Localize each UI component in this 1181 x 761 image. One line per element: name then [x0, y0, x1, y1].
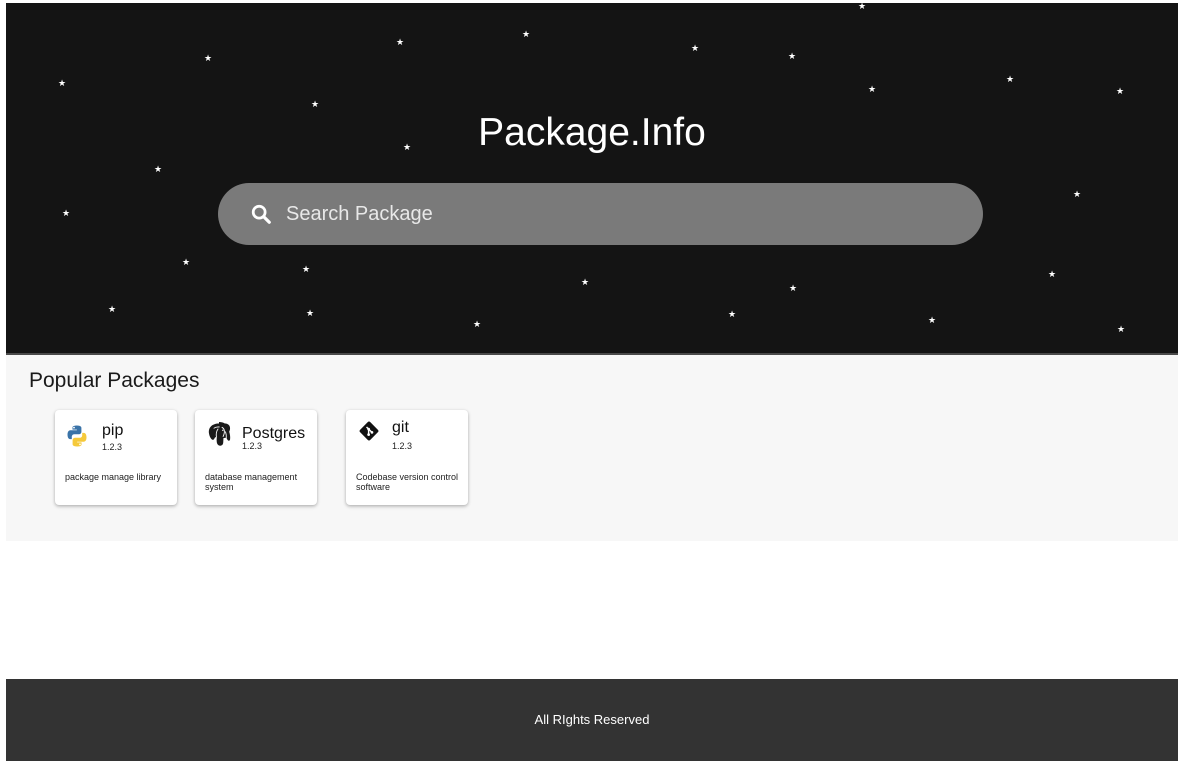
star-decoration: ★: [928, 316, 937, 326]
footer: All RIghts Reserved: [6, 679, 1178, 761]
hero-banner: ★ ★ ★ ★ ★ ★ ★ ★ ★ ★ ★ ★ ★ ★ ★ ★ ★ ★ ★ ★ ★ ★ ★ ★ ★ ★ Package.Info: [6, 3, 1178, 355]
package-name: git: [392, 419, 409, 436]
star-decoration: ★: [728, 310, 737, 320]
star-decoration: ★: [1117, 325, 1126, 335]
search-input[interactable]: [286, 193, 946, 235]
git-icon: [359, 421, 379, 441]
star-decoration: ★: [1116, 87, 1125, 97]
site-title: Package.Info: [478, 111, 706, 154]
star-decoration: ★: [1006, 75, 1015, 85]
star-decoration: ★: [311, 100, 320, 110]
star-decoration: ★: [62, 209, 71, 219]
star-decoration: ★: [58, 79, 67, 89]
popular-packages-section: Popular Packages pip 1.2.3 package manag…: [6, 355, 1178, 541]
package-version: 1.2.3: [242, 441, 263, 451]
star-decoration: ★: [788, 52, 797, 62]
package-description: package manage library: [65, 472, 162, 482]
star-decoration: ★: [1048, 270, 1057, 280]
star-decoration: ★: [868, 85, 877, 95]
page-border-top: [0, 0, 1181, 3]
package-description: Codebase version control software: [356, 472, 459, 492]
star-decoration: ★: [522, 30, 531, 40]
star-decoration: ★: [306, 309, 315, 319]
star-decoration: ★: [473, 320, 482, 330]
search-icon[interactable]: [250, 203, 272, 225]
postgres-elephant-icon: [208, 422, 231, 446]
star-decoration: ★: [789, 284, 798, 294]
star-decoration: ★: [108, 305, 117, 315]
star-decoration: ★: [396, 38, 405, 48]
star-decoration: ★: [1073, 190, 1082, 200]
page: ★ ★ ★ ★ ★ ★ ★ ★ ★ ★ ★ ★ ★ ★ ★ ★ ★ ★ ★ ★ ★ ★ ★ ★ ★ ★ Package.Info …: [0, 0, 1181, 761]
copyright-text: All RIghts Reserved: [534, 712, 650, 727]
star-decoration: ★: [302, 265, 311, 275]
star-decoration: ★: [858, 3, 867, 12]
package-description: database management system: [205, 472, 298, 492]
package-name: pip: [102, 422, 124, 439]
star-decoration: ★: [581, 278, 590, 288]
star-decoration: ★: [204, 54, 213, 64]
page-border-left: [0, 0, 6, 761]
search-bar[interactable]: [218, 183, 983, 245]
section-title: Popular Packages: [29, 369, 200, 392]
star-decoration: ★: [691, 44, 700, 54]
star-decoration: ★: [154, 165, 163, 175]
package-version: 1.2.3: [102, 442, 123, 452]
package-card-git[interactable]: git 1.2.3 Codebase version control softw…: [346, 410, 468, 505]
package-version: 1.2.3: [392, 441, 413, 451]
python-icon: [67, 425, 87, 447]
package-card-postgres[interactable]: Postgres 1.2.3 database management syste…: [195, 410, 317, 505]
star-decoration: ★: [182, 258, 191, 268]
package-card-pip[interactable]: pip 1.2.3 package manage library: [55, 410, 177, 505]
